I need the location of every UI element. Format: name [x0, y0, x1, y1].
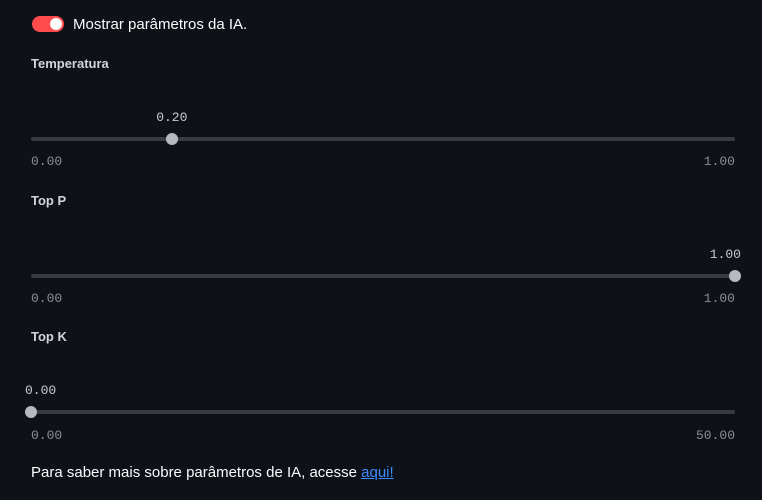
footer-message: Para saber mais sobre parâmetros de IA, … [31, 464, 362, 481]
toggle-knob [50, 18, 62, 30]
slider-min-top-k: 0.00 [31, 428, 63, 443]
slider-max-temperature: 1.00 [703, 154, 735, 169]
slider-label-top-p: Top P [31, 193, 67, 208]
slider-thumb-top-k[interactable] [25, 406, 37, 418]
slider-label-top-k: Top K [31, 329, 67, 344]
slider-thumb-top-p[interactable] [729, 270, 741, 282]
slider-track-top-k[interactable] [31, 410, 735, 414]
slider-min-top-p: 0.00 [31, 291, 63, 306]
slider-track-temperature[interactable] [31, 137, 735, 141]
learn-more-link[interactable]: aqui! [361, 464, 394, 481]
slider-value-temperature: 0.20 [156, 110, 188, 125]
footer-text: Para saber mais sobre parâmetros de IA, … [31, 464, 394, 481]
show-ai-params-toggle[interactable] [32, 16, 64, 32]
slider-track-area-temperature[interactable]: 0.20 [31, 110, 735, 147]
toggle-label: Mostrar parâmetros da IA. [73, 15, 248, 33]
slider-label-temperature: Temperatura [31, 56, 109, 71]
slider-max-top-p: 1.00 [703, 291, 735, 306]
slider-thumb-temperature[interactable] [165, 133, 178, 145]
slider-value-top-k: 0.00 [25, 383, 57, 398]
ai-parameters-panel: Mostrar parâmetros da IA. Temperatura 0.… [0, 0, 762, 500]
show-ai-params-toggle-row: Mostrar parâmetros da IA. [32, 13, 247, 35]
slider-track-area-top-p[interactable]: 1.00 [31, 247, 741, 284]
slider-min-temperature: 0.00 [31, 154, 63, 169]
slider-track-top-p[interactable] [31, 274, 735, 278]
slider-max-top-k: 50.00 [695, 428, 735, 443]
slider-track-area-top-k[interactable]: 0.00 [25, 383, 735, 420]
slider-value-top-p: 1.00 [709, 247, 741, 262]
